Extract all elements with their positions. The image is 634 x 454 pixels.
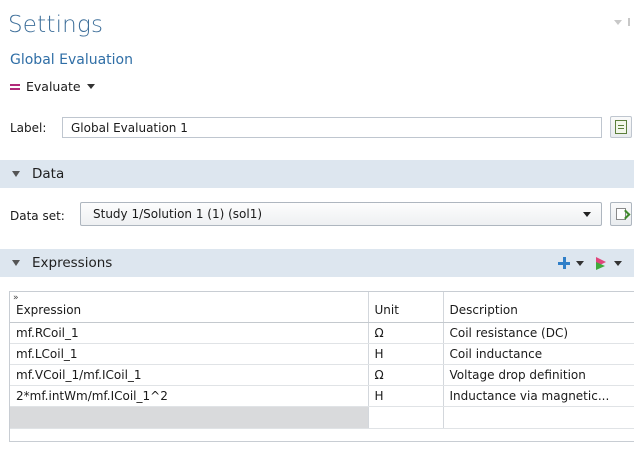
expression-cell[interactable]: mf.VCoil_1/mf.ICoil_1 [10, 364, 369, 386]
document-icon [615, 120, 627, 134]
unit-cell[interactable]: H [368, 343, 444, 365]
unit-cell[interactable]: H [368, 385, 444, 407]
page-title: Settings [8, 12, 104, 38]
expression-cell[interactable]: 2*mf.intWm/mf.ICoil_1^2 [10, 385, 369, 407]
label-caption: Label: [10, 121, 47, 135]
description-cell[interactable]: Inductance via magnetic... [443, 385, 634, 407]
column-header-description[interactable]: Description [443, 292, 634, 323]
table-row-empty[interactable] [10, 406, 634, 429]
collapse-triangle-icon [12, 171, 20, 177]
evaluate-icon [10, 83, 20, 90]
section-data-title: Data [32, 166, 65, 182]
flag-icon[interactable] [596, 256, 608, 270]
chevron-down-icon[interactable] [614, 260, 622, 266]
table-header-row: » Expression Unit Description [10, 292, 634, 323]
double-chevron-icon[interactable]: » [13, 293, 19, 303]
expression-cell[interactable]: mf.LCoil_1 [10, 343, 369, 365]
description-cell[interactable]: Coil resistance (DC) [443, 322, 634, 344]
label-row: Label: [0, 113, 634, 143]
unit-cell[interactable]: Ω [368, 364, 444, 386]
description-cell[interactable]: Voltage drop definition [443, 364, 634, 386]
label-action-button[interactable] [610, 116, 632, 138]
expression-cell[interactable]: mf.RCoil_1 [10, 322, 369, 344]
data-set-action-button[interactable] [610, 202, 632, 226]
pin-icon[interactable] [628, 18, 630, 26]
window-controls[interactable] [614, 18, 630, 26]
expression-cell-empty[interactable] [10, 406, 369, 429]
expressions-toolbar [558, 249, 628, 277]
table-row[interactable]: mf.RCoil_1 Ω Coil resistance (DC) [10, 322, 634, 344]
label-input[interactable] [62, 117, 602, 138]
add-icon[interactable] [558, 257, 570, 269]
node-type-subtitle: Global Evaluation [10, 52, 133, 68]
chevron-down-icon[interactable] [614, 19, 622, 25]
column-header-unit[interactable]: Unit [368, 292, 444, 323]
chevron-down-icon[interactable] [86, 83, 95, 89]
data-set-value: Study 1/Solution 1 (1) (sol1) [93, 207, 263, 221]
unit-cell-empty[interactable] [368, 406, 444, 429]
section-expressions-header[interactable]: Expressions [0, 249, 634, 277]
section-expressions-title: Expressions [32, 255, 113, 271]
collapse-triangle-icon [12, 260, 20, 266]
table-row[interactable]: mf.LCoil_1 H Coil inductance [10, 343, 634, 365]
expressions-table: » Expression Unit Description mf.RCoil_1… [9, 291, 634, 442]
evaluate-label: Evaluate [26, 78, 81, 94]
description-cell[interactable]: Coil inductance [443, 343, 634, 365]
table-row[interactable]: 2*mf.intWm/mf.ICoil_1^2 H Inductance via… [10, 385, 634, 407]
data-set-label: Data set: [10, 209, 65, 223]
chevron-down-icon [583, 212, 591, 217]
column-header-expression[interactable]: » Expression [10, 292, 369, 323]
dataset-refresh-icon [616, 208, 626, 220]
evaluate-button[interactable]: Evaluate [10, 76, 95, 96]
table-row[interactable]: mf.VCoil_1/mf.ICoil_1 Ω Voltage drop def… [10, 364, 634, 386]
unit-cell[interactable]: Ω [368, 322, 444, 344]
chevron-down-icon[interactable] [576, 260, 584, 266]
data-set-select[interactable]: Study 1/Solution 1 (1) (sol1) [80, 202, 602, 226]
description-cell-empty[interactable] [443, 406, 634, 429]
section-data-header[interactable]: Data [0, 160, 634, 188]
